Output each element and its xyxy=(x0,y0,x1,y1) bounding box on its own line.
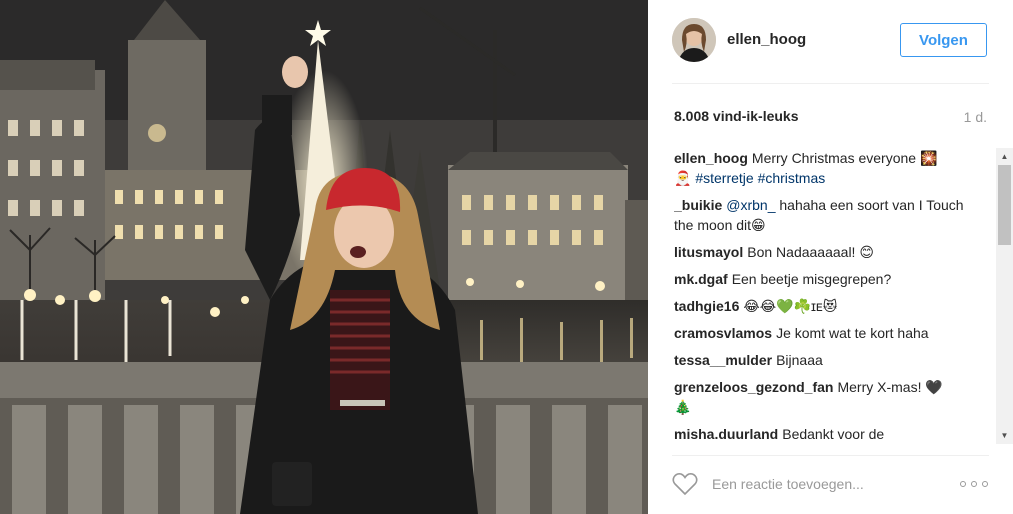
comment-text: Merry X-mas! 🖤 xyxy=(837,379,943,395)
comment-hashtags[interactable]: #sterretje #christmas xyxy=(695,170,825,186)
list-item: tadhgie16 😂😂💚☘️ɪᴇ😻 xyxy=(674,296,974,316)
comment-username[interactable]: mk.dgaf xyxy=(674,271,728,287)
scrollbar-thumb[interactable] xyxy=(998,165,1011,245)
dot-icon xyxy=(960,481,966,487)
comment-username[interactable]: ellen_hoog xyxy=(674,150,748,166)
header-username[interactable]: ellen_hoog xyxy=(727,31,806,48)
avatar[interactable] xyxy=(672,18,716,62)
comment-text: Bedankt voor de xyxy=(782,426,885,442)
comment-text: Bon Nadaaaaaal! 😊 xyxy=(747,244,874,260)
comment-username[interactable]: cramosvlamos xyxy=(674,325,772,341)
comment-text: Merry Christmas everyone 🎇 xyxy=(751,150,938,166)
dot-icon xyxy=(971,481,977,487)
comment-text: Bijnaaa xyxy=(776,352,823,368)
scroll-up-arrow-icon[interactable]: ▲ xyxy=(996,148,1013,165)
list-item: ellen_hoog Merry Christmas everyone 🎇 🎅 #… xyxy=(674,148,974,188)
header-divider xyxy=(672,83,989,84)
comments-scrollbar[interactable]: ▲ ▼ xyxy=(996,148,1013,444)
comment-username[interactable]: litusmayol xyxy=(674,244,743,260)
comment-username[interactable]: _buikie xyxy=(674,197,722,213)
post-photo[interactable] xyxy=(0,0,648,514)
dot-icon xyxy=(982,481,988,487)
scroll-down-arrow-icon[interactable]: ▼ xyxy=(996,427,1013,444)
list-item: mk.dgaf Een beetje misgegrepen? xyxy=(674,269,974,289)
comment-username[interactable]: misha.duurland xyxy=(674,426,778,442)
comment-username[interactable]: grenzeloos_gezond_fan xyxy=(674,379,833,395)
footer-divider xyxy=(672,455,989,456)
comment-text: 🎄 xyxy=(674,399,692,415)
likes-count[interactable]: 8.008 vind-ik-leuks xyxy=(674,108,799,124)
comment-text: 🎅 xyxy=(674,170,692,186)
list-item: grenzeloos_gezond_fan Merry X-mas! 🖤 🎄 xyxy=(674,377,974,417)
instagram-post: ellen_hoog Volgen 8.008 vind-ik-leuks 1 … xyxy=(0,0,1013,514)
comment-text: Je komt wat te kort haha xyxy=(776,325,929,341)
list-item: _buikie @xrbn_ hahaha een soort van I Tou… xyxy=(674,195,974,235)
list-item: litusmayol Bon Nadaaaaaal! 😊 xyxy=(674,242,974,262)
photo-illustration xyxy=(0,0,648,514)
comments-list: ellen_hoog Merry Christmas everyone 🎇 🎅 #… xyxy=(674,148,974,444)
avatar-image xyxy=(672,18,716,62)
comment-username[interactable]: tadhgie16 xyxy=(674,298,739,314)
list-item: cramosvlamos Je komt wat te kort haha xyxy=(674,323,974,343)
list-item: misha.duurland Bedankt voor de xyxy=(674,424,974,444)
post-sidebar: ellen_hoog Volgen 8.008 vind-ik-leuks 1 … xyxy=(648,0,1013,514)
post-header: ellen_hoog Volgen xyxy=(648,0,1013,84)
more-options-icon[interactable] xyxy=(960,476,988,492)
list-item: tessa__mulder Bijnaaa xyxy=(674,350,974,370)
post-age[interactable]: 1 d. xyxy=(964,109,987,125)
comment-text: Een beetje misgegrepen? xyxy=(731,271,892,287)
comment-text: 😂😂💚☘️ɪᴇ😻 xyxy=(743,298,838,314)
heart-icon[interactable] xyxy=(672,472,698,496)
comment-mention[interactable]: @xrbn_ xyxy=(726,197,775,213)
add-comment-input[interactable] xyxy=(712,472,942,496)
comment-username[interactable]: tessa__mulder xyxy=(674,352,772,368)
follow-button[interactable]: Volgen xyxy=(900,23,987,57)
